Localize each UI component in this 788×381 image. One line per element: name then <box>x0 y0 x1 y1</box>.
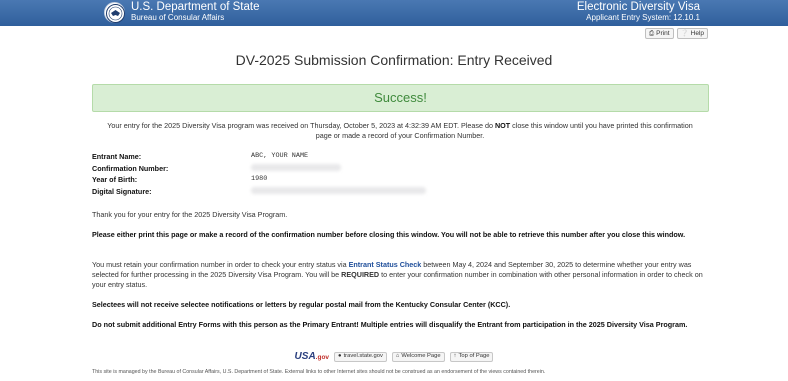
print-label: Print <box>656 29 670 37</box>
usa-logo-suffix: .gov <box>315 354 330 361</box>
year-of-birth-value: 1980 <box>251 175 268 183</box>
app-title: Electronic Diversity Visa <box>576 1 700 13</box>
entrant-status-check-link[interactable]: Entrant Status Check <box>349 260 422 269</box>
footer-links: USA.gov ● travel.state.gov ⌂ Welcome Pag… <box>0 351 788 362</box>
agency-title: U.S. Department of State <box>131 1 260 13</box>
department-seal-icon <box>104 2 125 23</box>
help-label: Help <box>690 29 704 37</box>
help-button[interactable]: ❔ Help <box>676 28 708 39</box>
travel-label: travel.state.gov <box>343 353 383 359</box>
retain-part1: You must retain your confirmation number… <box>92 260 349 269</box>
app-system-version: Applicant Entry System: 12.10.1 <box>586 13 700 22</box>
usa-gov-logo[interactable]: USA.gov <box>295 351 330 362</box>
intro-text: Your entry for the 2025 Diversity Visa p… <box>100 121 700 141</box>
welcome-page-link[interactable]: ⌂ Welcome Page <box>391 351 445 362</box>
top-label: Top of Page <box>458 353 490 359</box>
entrant-name-value: ABC, YOUR NAME <box>251 152 309 160</box>
digital-signature-value-redacted <box>251 186 426 195</box>
top-of-page-link[interactable]: ↑ Top of Page <box>449 351 494 362</box>
success-banner: Success! <box>92 84 709 112</box>
confirmation-number-value-redacted <box>251 163 341 172</box>
retain-required: REQUIRED <box>341 270 380 279</box>
selectees-notice: Selectees will not receive selectee noti… <box>92 300 511 309</box>
footer-disclaimer: This site is managed by the Bureau of Co… <box>92 369 546 375</box>
year-of-birth-label: Year of Birth: <box>92 175 138 184</box>
confirmation-number-label: Confirmation Number: <box>92 163 169 173</box>
no-additional-entries-warning: Do not submit additional Entry Forms wit… <box>92 320 688 329</box>
thank-you-text: Thank you for your entry for the 2025 Di… <box>92 210 288 219</box>
printer-icon: ⎙ <box>648 29 655 37</box>
agency-subtitle: Bureau of Consular Affairs <box>131 13 225 22</box>
site-header: U.S. Department of State Bureau of Consu… <box>0 0 788 26</box>
digital-signature-label: Digital Signature: <box>92 186 152 196</box>
print-button[interactable]: ⎙ Print <box>644 28 674 39</box>
globe-icon: ● <box>338 353 342 359</box>
help-icon: ❔ <box>680 29 689 37</box>
arrow-up-icon: ↑ <box>453 353 457 359</box>
usa-logo-text: USA <box>294 351 316 362</box>
intro-part1: Your entry for the 2025 Diversity Visa p… <box>107 121 495 130</box>
print-warning-text: Please either print this page or make a … <box>92 230 686 239</box>
home-icon: ⌂ <box>395 353 400 359</box>
entrant-name-label: Entrant Name: <box>92 152 142 161</box>
intro-not: NOT <box>494 121 511 130</box>
travel-state-gov-link[interactable]: ● travel.state.gov <box>334 351 387 362</box>
welcome-label: Welcome Page <box>401 353 441 359</box>
page-title: DV-2025 Submission Confirmation: Entry R… <box>235 52 553 68</box>
toolbar: ⎙ Print ❔ Help <box>644 28 708 39</box>
retain-number-text: You must retain your confirmation number… <box>92 260 704 290</box>
